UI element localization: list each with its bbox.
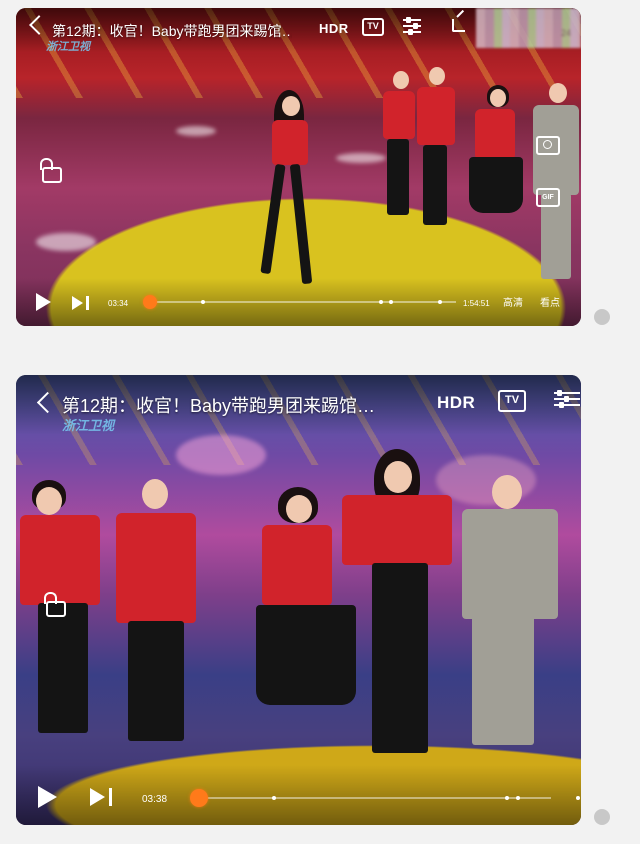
progress-knob[interactable]	[190, 789, 208, 807]
video-card-1[interactable]: 第12期：收官！Baby带跑男团来踢馆… 浙江卫视 HDR TV 24 GIF …	[16, 8, 581, 326]
video-frame	[16, 375, 581, 825]
next-icon[interactable]	[90, 788, 112, 806]
sliders-icon[interactable]	[403, 17, 421, 37]
duration: 1:54:51	[463, 299, 490, 308]
card-1-indicator[interactable]	[594, 309, 610, 325]
current-time: 03:34	[108, 299, 129, 308]
hdr-button[interactable]: HDR	[437, 393, 475, 413]
card-2-indicator[interactable]	[594, 809, 610, 825]
progress-track[interactable]	[146, 301, 456, 303]
quality-button[interactable]: 高清	[503, 294, 523, 309]
current-time: 03:38	[142, 794, 168, 805]
play-icon[interactable]	[38, 786, 57, 808]
tv-cast-icon[interactable]: TV	[498, 390, 526, 412]
play-icon[interactable]	[36, 293, 51, 311]
hdr-button[interactable]: HDR	[319, 21, 349, 36]
progress-knob[interactable]	[143, 295, 157, 309]
lock-icon[interactable]	[44, 592, 66, 617]
sliders-icon[interactable]	[554, 390, 580, 410]
camera-icon[interactable]	[536, 136, 560, 155]
highlights-button[interactable]: 看点	[540, 294, 560, 309]
gif-icon[interactable]: GIF	[536, 188, 560, 207]
channel-logo: 浙江卫视	[46, 41, 90, 53]
lock-icon[interactable]	[40, 158, 62, 183]
video-card-2[interactable]: 第12期：收官！Baby带跑男团来踢馆… 浙江卫视 HDR TV 03:38	[16, 375, 581, 825]
tv-cast-icon[interactable]: TV	[362, 18, 384, 36]
corner-text: 24	[560, 28, 571, 38]
channel-logo: 浙江卫视	[62, 418, 115, 433]
blurred-overlay: 24	[476, 8, 581, 48]
share-icon[interactable]	[452, 19, 465, 32]
progress-track[interactable]	[191, 797, 551, 799]
next-icon[interactable]	[72, 296, 89, 310]
